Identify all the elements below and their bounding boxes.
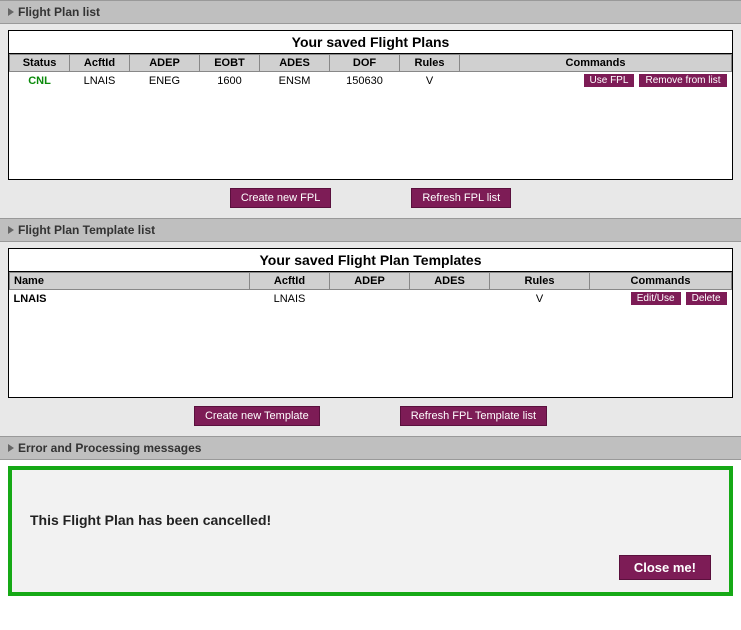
section-title: Flight Plan Template list (18, 223, 155, 237)
message-panel: This Flight Plan has been cancelled! Clo… (8, 466, 733, 596)
col-rules: Rules (400, 55, 460, 72)
chevron-right-icon (8, 444, 14, 452)
tpl-header-row: Name AcftId ADEP ADES Rules Commands (10, 273, 732, 290)
col-eobt: EOBT (200, 55, 260, 72)
cell-adep (330, 290, 410, 308)
refresh-template-button[interactable]: Refresh FPL Template list (400, 406, 547, 426)
section-header-messages[interactable]: Error and Processing messages (0, 436, 741, 460)
fpl-panel: Your saved Flight Plans Status AcftId AD… (0, 24, 741, 218)
cell-rules: V (490, 290, 590, 308)
cell-name: LNAIS (10, 290, 250, 308)
fpl-table: Status AcftId ADEP EOBT ADES DOF Rules C… (9, 54, 732, 89)
cell-acftid: LNAIS (250, 290, 330, 308)
fpl-row: CNL LNAIS ENEG 1600 ENSM 150630 V Use FP… (10, 72, 732, 90)
cell-adep: ENEG (130, 72, 200, 90)
delete-template-button[interactable]: Delete (686, 292, 727, 305)
cell-rules: V (400, 72, 460, 90)
col-ades: ADES (260, 55, 330, 72)
cell-ades: ENSM (260, 72, 330, 90)
fpl-table-title: Your saved Flight Plans (9, 31, 732, 54)
cell-status: CNL (10, 72, 70, 90)
edit-template-button[interactable]: Edit/Use (631, 292, 681, 305)
use-fpl-button[interactable]: Use FPL (584, 74, 635, 87)
refresh-fpl-button[interactable]: Refresh FPL list (411, 188, 511, 208)
col-commands: Commands (460, 55, 732, 72)
message-text: This Flight Plan has been cancelled! (30, 512, 711, 528)
cell-commands: Use FPL Remove from list (460, 72, 732, 90)
cell-commands: Edit/Use Delete (590, 290, 732, 308)
tpl-button-row: Create new Template Refresh FPL Template… (8, 398, 733, 426)
col-dof: DOF (330, 55, 400, 72)
tpl-table: Name AcftId ADEP ADES Rules Commands LNA… (9, 272, 732, 307)
remove-fpl-button[interactable]: Remove from list (639, 74, 726, 87)
cell-ades (410, 290, 490, 308)
section-header-tpl-list[interactable]: Flight Plan Template list (0, 218, 741, 242)
col-acftid: AcftId (250, 273, 330, 290)
section-header-fpl-list[interactable]: Flight Plan list (0, 0, 741, 24)
cell-dof: 150630 (330, 72, 400, 90)
chevron-right-icon (8, 226, 14, 234)
close-message-button[interactable]: Close me! (619, 555, 711, 580)
fpl-table-wrap: Your saved Flight Plans Status AcftId AD… (8, 30, 733, 180)
col-rules: Rules (490, 273, 590, 290)
tpl-panel: Your saved Flight Plan Templates Name Ac… (0, 242, 741, 436)
tpl-spacer (9, 307, 732, 397)
tpl-row: LNAIS LNAIS V Edit/Use Delete (10, 290, 732, 308)
tpl-table-title: Your saved Flight Plan Templates (9, 249, 732, 272)
section-title: Error and Processing messages (18, 441, 201, 455)
fpl-header-row: Status AcftId ADEP EOBT ADES DOF Rules C… (10, 55, 732, 72)
section-title: Flight Plan list (18, 5, 100, 19)
fpl-spacer (9, 89, 732, 179)
tpl-table-wrap: Your saved Flight Plan Templates Name Ac… (8, 248, 733, 398)
cell-eobt: 1600 (200, 72, 260, 90)
chevron-right-icon (8, 8, 14, 16)
cell-acftid: LNAIS (70, 72, 130, 90)
fpl-button-row: Create new FPL Refresh FPL list (8, 180, 733, 208)
col-adep: ADEP (330, 273, 410, 290)
create-template-button[interactable]: Create new Template (194, 406, 320, 426)
col-name: Name (10, 273, 250, 290)
col-ades: ADES (410, 273, 490, 290)
col-adep: ADEP (130, 55, 200, 72)
col-status: Status (10, 55, 70, 72)
col-commands: Commands (590, 273, 732, 290)
col-acftid: AcftId (70, 55, 130, 72)
create-fpl-button[interactable]: Create new FPL (230, 188, 331, 208)
